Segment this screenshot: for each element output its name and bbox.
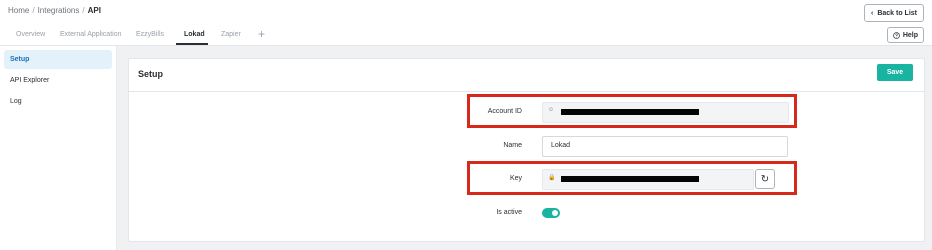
card-header: Setup Save bbox=[129, 59, 924, 92]
breadcrumb-current: API bbox=[87, 6, 101, 15]
breadcrumb-integrations[interactable]: Integrations bbox=[38, 6, 80, 15]
sidebar-item-setup[interactable]: Setup bbox=[4, 50, 112, 69]
back-to-list-button[interactable]: ‹ Back to List bbox=[863, 4, 924, 22]
breadcrumb-separator: / bbox=[32, 6, 35, 15]
name-field[interactable]: Lokad bbox=[542, 136, 788, 157]
top-bar: Home / Integrations / API ‹ Back to List bbox=[0, 0, 932, 25]
name-label: Name bbox=[503, 142, 522, 149]
active-tab-indicator bbox=[176, 43, 208, 45]
tab-lokad[interactable]: Lokad bbox=[184, 31, 205, 38]
sidebar-item-label: Setup bbox=[10, 56, 30, 63]
tab-ezzybills[interactable]: EzzyBills bbox=[136, 31, 164, 38]
breadcrumb-home[interactable]: Home bbox=[8, 6, 29, 15]
name-value: Lokad bbox=[551, 142, 571, 149]
save-button[interactable]: Save bbox=[877, 64, 913, 81]
tab-zapier[interactable]: Zapier bbox=[221, 31, 241, 38]
setup-card: Setup Save Account ID ☺ Name Lokad Key 🔒… bbox=[128, 58, 925, 242]
chevron-left-icon: ‹ bbox=[870, 9, 874, 17]
question-circle-icon bbox=[893, 31, 900, 39]
sidebar-item-api-explorer[interactable]: API Explorer bbox=[4, 71, 112, 90]
add-tab-icon[interactable]: + bbox=[258, 27, 265, 41]
tab-external-application[interactable]: External Application bbox=[60, 31, 121, 38]
sidebar-item-label: Log bbox=[10, 98, 22, 105]
toggle-knob bbox=[552, 210, 558, 216]
help-button[interactable]: Help bbox=[886, 27, 924, 43]
sidebar-item-label: API Explorer bbox=[10, 77, 50, 84]
back-to-list-label: Back to List bbox=[877, 9, 917, 17]
breadcrumb: Home / Integrations / API bbox=[8, 6, 101, 15]
sidebar-item-log[interactable]: Log bbox=[4, 92, 112, 111]
account-id-highlight bbox=[467, 94, 797, 128]
help-label: Help bbox=[902, 31, 918, 39]
breadcrumb-separator: / bbox=[82, 6, 85, 15]
is-active-toggle[interactable] bbox=[542, 208, 560, 218]
is-active-label: Is active bbox=[496, 209, 522, 216]
sidebar: Setup API Explorer Log bbox=[0, 46, 117, 250]
page-title: Setup bbox=[138, 69, 164, 79]
tab-overview[interactable]: Overview bbox=[16, 31, 45, 38]
key-highlight bbox=[467, 161, 797, 195]
tab-bar: Overview External Application EzzyBills … bbox=[0, 24, 932, 46]
main-content: Setup Save Account ID ☺ Name Lokad Key 🔒… bbox=[117, 46, 932, 250]
